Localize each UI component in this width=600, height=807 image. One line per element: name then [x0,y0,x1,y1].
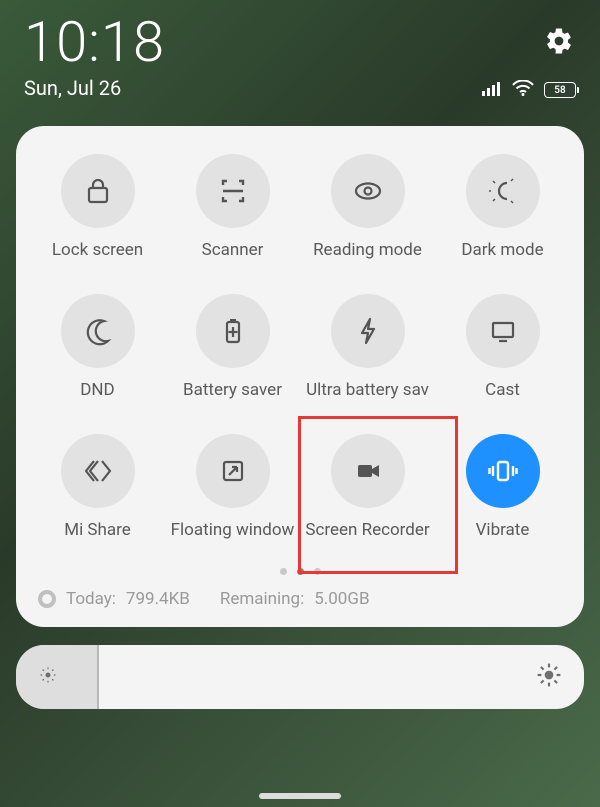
battery-icon: 58 [544,82,576,98]
qs-tile-label: Lock screen [52,240,143,260]
qs-tile-screc[interactable]: Screen Recorder [300,434,435,540]
page-dot[interactable] [297,568,304,575]
bolt-icon [331,294,405,368]
clock: 10:18 [24,14,576,70]
battery-plus-icon [196,294,270,368]
float-window-icon [196,434,270,508]
notification-shade-header: 10:18 Sun, Jul 26 58 [0,0,600,108]
page-indicator[interactable] [30,568,570,575]
qs-tile-ultra[interactable]: Ultra battery sav [300,294,435,400]
qs-tile-label: Scanner [202,240,264,260]
status-icons: 58 [482,80,576,100]
data-usage-row[interactable]: Today: 799.4KB Remaining: 5.00GB [30,589,570,609]
qs-tile-label: Reading mode [313,240,422,260]
data-remaining-value: 5.00GB [314,589,369,609]
qs-tile-label: DND [80,380,114,400]
quick-settings-grid: Lock screen Scanner Reading mode Dark mode D… [30,154,570,540]
qs-tile-lock[interactable]: Lock screen [30,154,165,260]
data-usage-ring-icon [38,590,56,608]
scanner-icon [196,154,270,228]
brightness-low-icon [38,665,58,689]
signal-icon [482,80,502,100]
vibrate-icon [466,434,540,508]
qs-tile-vibrate[interactable]: Vibrate [435,434,570,540]
qs-tile-cast[interactable]: Cast [435,294,570,400]
video-icon [331,434,405,508]
brightness-slider[interactable] [16,645,584,709]
brightness-high-icon [536,662,562,692]
data-remaining-label: Remaining: [220,589,304,609]
lock-icon [61,154,135,228]
qs-tile-label: Ultra battery sav [306,380,429,400]
data-today-label: Today: [66,589,116,609]
page-dot[interactable] [314,568,321,575]
quick-settings-panel: Lock screen Scanner Reading mode Dark mode D… [16,126,584,627]
qs-tile-label: Floating window [171,520,295,540]
qs-tile-dnd[interactable]: DND [30,294,165,400]
qs-tile-label: Screen Recorder [305,520,429,540]
qs-tile-mishare[interactable]: Mi Share [30,434,165,540]
date: Sun, Jul 26 [24,76,121,100]
qs-tile-float[interactable]: Floating window [165,434,300,540]
qs-tile-battery[interactable]: Battery saver [165,294,300,400]
qs-tile-dark[interactable]: Dark mode [435,154,570,260]
nav-handle[interactable] [259,793,341,799]
qs-tile-label: Mi Share [64,520,131,540]
data-today-value: 799.4KB [126,589,190,609]
page-dot[interactable] [280,568,287,575]
qs-tile-reading[interactable]: Reading mode [300,154,435,260]
battery-percent: 58 [554,85,565,96]
settings-button[interactable] [544,26,574,60]
qs-tile-scanner[interactable]: Scanner [165,154,300,260]
mishare-icon [61,434,135,508]
qs-tile-label: Dark mode [461,240,543,260]
qs-tile-label: Battery saver [183,380,282,400]
dark-mode-icon [466,154,540,228]
cast-icon [466,294,540,368]
qs-tile-label: Vibrate [476,520,530,540]
moon-icon [61,294,135,368]
wifi-icon [512,80,534,100]
eye-icon [331,154,405,228]
qs-tile-label: Cast [485,380,520,400]
